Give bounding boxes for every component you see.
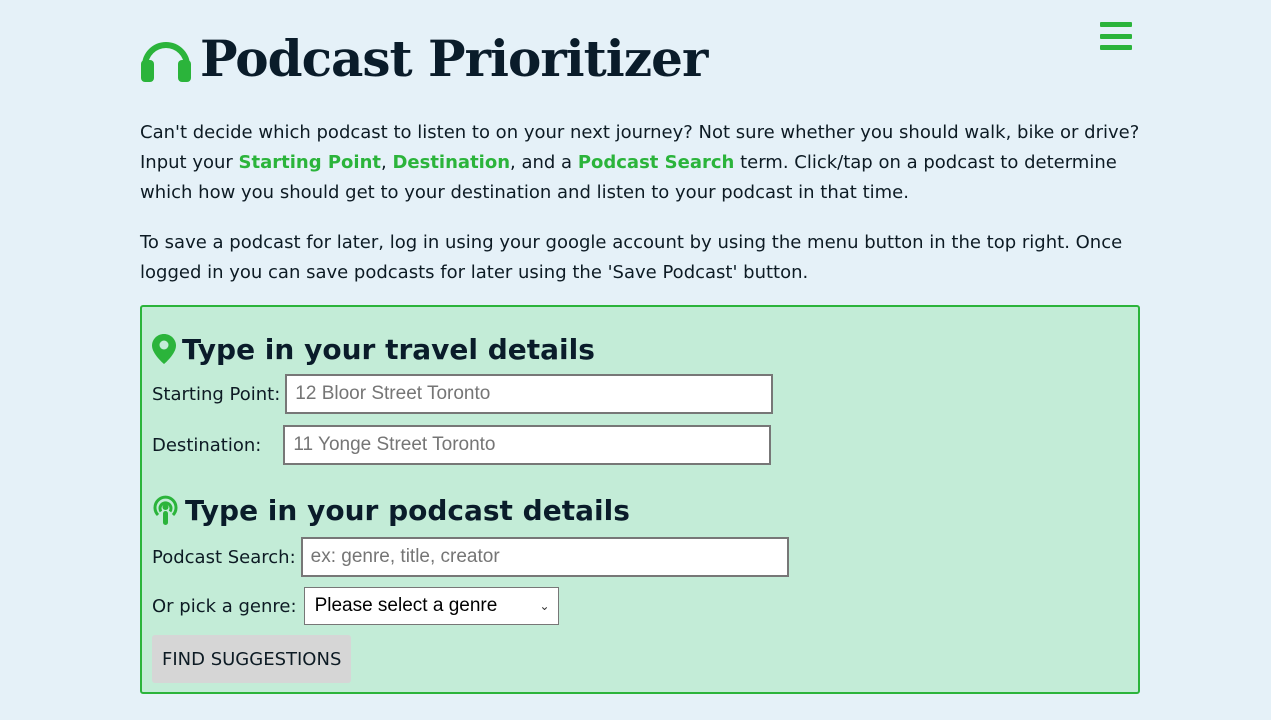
page: Podcast Prioritizer Can't decide which p… xyxy=(140,0,1140,694)
highlight-podcast-search: Podcast Search xyxy=(577,152,735,173)
button-row: FIND SUGGESTIONS xyxy=(152,635,1128,683)
starting-point-row: Starting Point: xyxy=(152,374,1128,414)
destination-row: Destination: xyxy=(152,425,1128,465)
find-suggestions-button[interactable]: FIND SUGGESTIONS xyxy=(152,635,352,683)
destination-input[interactable] xyxy=(283,425,772,465)
starting-point-input[interactable] xyxy=(285,374,774,414)
menu-button[interactable] xyxy=(1100,22,1132,50)
travel-details-heading: Type in your travel details xyxy=(152,329,1128,369)
genre-label: Or pick a genre: xyxy=(152,595,297,617)
intro-paragraph-1: Can't decide which podcast to listen to … xyxy=(140,122,1140,203)
hamburger-menu-icon xyxy=(1100,22,1132,27)
logo: Podcast Prioritizer xyxy=(140,29,708,88)
podcast-search-input[interactable] xyxy=(300,537,789,577)
starting-point-label: Starting Point: xyxy=(152,383,281,405)
intro-text: Can't decide which podcast to listen to … xyxy=(140,118,1140,288)
highlight-starting-point: Starting Point xyxy=(238,152,382,173)
headphones-icon xyxy=(141,42,191,82)
genre-select[interactable]: Please select a genre ⌄ xyxy=(303,587,559,625)
chevron-down-icon: ⌄ xyxy=(539,599,550,613)
genre-select-value: Please select a genre xyxy=(314,595,498,616)
podcast-details-heading: Type in your podcast details xyxy=(152,490,1128,530)
intro-paragraph-2: To save a podcast for later, log in usin… xyxy=(140,232,1123,283)
map-pin-icon xyxy=(152,334,176,364)
search-form-panel: Type in your travel details Starting Poi… xyxy=(140,305,1140,694)
app-title: Podcast Prioritizer xyxy=(200,29,708,88)
podcast-search-label: Podcast Search: xyxy=(152,546,296,568)
podcast-icon xyxy=(152,495,179,525)
destination-label: Destination: xyxy=(152,434,262,456)
genre-row: Or pick a genre: Please select a genre ⌄ xyxy=(152,587,1128,625)
header: Podcast Prioritizer xyxy=(140,0,1140,118)
highlight-destination: Destination xyxy=(392,152,511,173)
podcast-search-row: Podcast Search: xyxy=(152,537,1128,577)
